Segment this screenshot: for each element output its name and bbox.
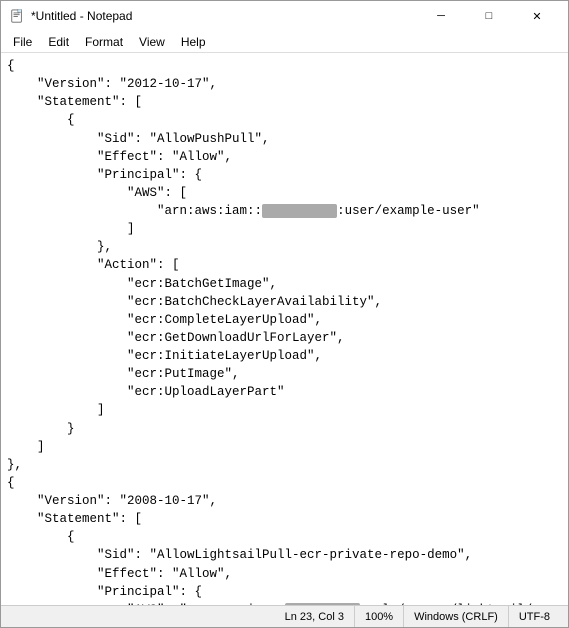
zoom-level: 100% [354,606,403,627]
notepad-window: *Untitled - Notepad ─ □ ✕ File Edit Form… [0,0,569,628]
menu-format[interactable]: Format [77,33,131,51]
minimize-button[interactable]: ─ [418,1,464,31]
menu-file[interactable]: File [5,33,40,51]
window-controls: ─ □ ✕ [418,1,560,31]
window-title: *Untitled - Notepad [31,9,132,23]
status-bar: Ln 23, Col 3 100% Windows (CRLF) UTF-8 [1,605,568,627]
encoding: UTF-8 [508,606,560,627]
menu-bar: File Edit Format View Help [1,31,568,53]
maximize-button[interactable]: □ [466,1,512,31]
title-bar-left: *Untitled - Notepad [9,8,132,24]
close-button[interactable]: ✕ [514,1,560,31]
text-editor[interactable]: { "Version": "2012-10-17", "Statement": … [1,53,568,605]
cursor-position: Ln 23, Col 3 [275,606,354,627]
notepad-icon [9,8,25,24]
redacted-text: XXXXXXXXXX [262,204,337,218]
menu-help[interactable]: Help [173,33,214,51]
menu-view[interactable]: View [131,33,173,51]
title-bar: *Untitled - Notepad ─ □ ✕ [1,1,568,31]
line-ending: Windows (CRLF) [403,606,508,627]
menu-edit[interactable]: Edit [40,33,77,51]
